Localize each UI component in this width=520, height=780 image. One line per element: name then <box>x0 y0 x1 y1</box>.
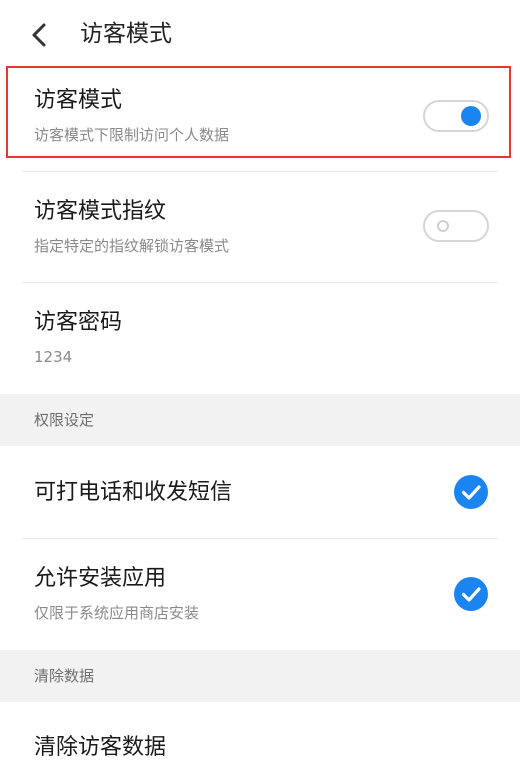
permission-install-apps-subtitle: 仅限于系统应用商店安装 <box>34 604 200 622</box>
guest-password-value: 1234 <box>34 348 73 366</box>
install-apps-checkbox[interactable] <box>454 577 488 611</box>
guest-password-row[interactable]: 访客密码 1234 <box>0 283 520 393</box>
section-label: 权限设定 <box>34 411 95 429</box>
permission-calls-sms-row[interactable]: 可打电话和收发短信 <box>0 446 520 538</box>
permission-calls-sms-title: 可打电话和收发短信 <box>34 480 233 505</box>
permission-install-apps-row[interactable]: 允许安装应用 仅限于系统应用商店安装 <box>0 539 520 649</box>
toggle-knob <box>461 106 481 126</box>
guest-mode-row[interactable]: 访客模式 访客模式下限制访问个人数据 <box>0 66 520 170</box>
clear-guest-data-row[interactable]: 清除访客数据 <box>0 702 520 780</box>
guest-fingerprint-title: 访客模式指纹 <box>34 199 167 224</box>
guest-password-title: 访客密码 <box>34 310 123 335</box>
clear-guest-data-title: 清除访客数据 <box>34 735 167 760</box>
calls-sms-checkbox[interactable] <box>454 475 488 509</box>
section-label: 清除数据 <box>34 667 95 685</box>
app-header: 访客模式 <box>0 0 520 66</box>
permission-install-apps-title: 允许安装应用 <box>34 566 167 591</box>
section-header-clear-data: 清除数据 <box>0 650 520 702</box>
section-header-permissions: 权限设定 <box>0 394 520 446</box>
toggle-knob <box>437 220 449 232</box>
page-title: 访客模式 <box>80 21 172 47</box>
back-button[interactable] <box>22 17 58 53</box>
chevron-left-icon <box>32 23 46 47</box>
guest-fingerprint-toggle[interactable] <box>423 210 489 242</box>
guest-fingerprint-row[interactable]: 访客模式指纹 指定特定的指纹解锁访客模式 <box>0 172 520 282</box>
checkmark-icon <box>461 587 481 602</box>
checkmark-icon <box>461 485 481 500</box>
guest-mode-subtitle: 访客模式下限制访问个人数据 <box>34 126 230 144</box>
guest-mode-toggle[interactable] <box>423 100 489 132</box>
guest-fingerprint-subtitle: 指定特定的指纹解锁访客模式 <box>34 237 230 255</box>
guest-mode-title: 访客模式 <box>34 88 123 113</box>
